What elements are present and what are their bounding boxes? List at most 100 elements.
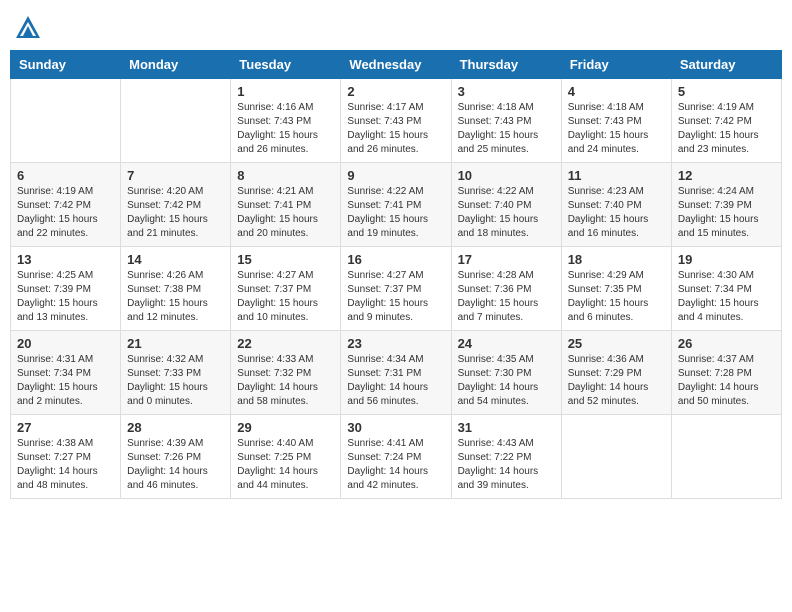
day-number: 20 [17,336,114,351]
day-number: 10 [458,168,555,183]
calendar-cell [671,415,781,499]
weekday-header-tuesday: Tuesday [231,51,341,79]
calendar-table: SundayMondayTuesdayWednesdayThursdayFrid… [10,50,782,499]
day-info: Sunrise: 4:24 AM Sunset: 7:39 PM Dayligh… [678,185,775,241]
day-number: 29 [237,420,334,435]
weekday-header-monday: Monday [121,51,231,79]
day-number: 5 [678,84,775,99]
day-number: 30 [347,420,444,435]
day-info: Sunrise: 4:38 AM Sunset: 7:27 PM Dayligh… [17,437,114,493]
calendar-cell: 24 Sunrise: 4:35 AM Sunset: 7:30 PM Dayli… [451,331,561,415]
calendar-cell: 17 Sunrise: 4:28 AM Sunset: 7:36 PM Dayli… [451,247,561,331]
calendar-week-4: 20 Sunrise: 4:31 AM Sunset: 7:34 PM Dayli… [11,331,782,415]
day-number: 9 [347,168,444,183]
day-number: 16 [347,252,444,267]
calendar-cell: 31 Sunrise: 4:43 AM Sunset: 7:22 PM Dayli… [451,415,561,499]
day-info: Sunrise: 4:32 AM Sunset: 7:33 PM Dayligh… [127,353,224,409]
day-info: Sunrise: 4:21 AM Sunset: 7:41 PM Dayligh… [237,185,334,241]
calendar-cell: 25Sunrise: 4:36 AM Sunset: 7:29 PM Dayli… [561,331,671,415]
calendar-cell: 26Sunrise: 4:37 AM Sunset: 7:28 PM Dayli… [671,331,781,415]
calendar-cell: 15 Sunrise: 4:27 AM Sunset: 7:37 PM Dayli… [231,247,341,331]
day-info: Sunrise: 4:18 AM Sunset: 7:43 PM Dayligh… [568,101,665,157]
calendar-cell: 2Sunrise: 4:17 AM Sunset: 7:43 PM Daylig… [341,79,451,163]
calendar-cell: 28 Sunrise: 4:39 AM Sunset: 7:26 PM Dayli… [121,415,231,499]
calendar-cell: 4 Sunrise: 4:18 AM Sunset: 7:43 PM Daylig… [561,79,671,163]
day-number: 22 [237,336,334,351]
calendar-cell: 21Sunrise: 4:32 AM Sunset: 7:33 PM Dayli… [121,331,231,415]
calendar-cell: 22 Sunrise: 4:33 AM Sunset: 7:32 PM Dayli… [231,331,341,415]
calendar-cell: 10Sunrise: 4:22 AM Sunset: 7:40 PM Dayli… [451,163,561,247]
day-number: 31 [458,420,555,435]
day-info: Sunrise: 4:33 AM Sunset: 7:32 PM Dayligh… [237,353,334,409]
day-info: Sunrise: 4:41 AM Sunset: 7:24 PM Dayligh… [347,437,444,493]
day-number: 4 [568,84,665,99]
day-number: 17 [458,252,555,267]
calendar-cell: 3 Sunrise: 4:18 AM Sunset: 7:43 PM Daylig… [451,79,561,163]
day-info: Sunrise: 4:23 AM Sunset: 7:40 PM Dayligh… [568,185,665,241]
day-info: Sunrise: 4:31 AM Sunset: 7:34 PM Dayligh… [17,353,114,409]
calendar-cell: 12 Sunrise: 4:24 AM Sunset: 7:39 PM Dayli… [671,163,781,247]
day-number: 12 [678,168,775,183]
calendar-week-5: 27 Sunrise: 4:38 AM Sunset: 7:27 PM Dayli… [11,415,782,499]
calendar-cell [561,415,671,499]
day-number: 3 [458,84,555,99]
calendar-cell: 18 Sunrise: 4:29 AM Sunset: 7:35 PM Dayli… [561,247,671,331]
day-info: Sunrise: 4:39 AM Sunset: 7:26 PM Dayligh… [127,437,224,493]
day-number: 15 [237,252,334,267]
day-number: 27 [17,420,114,435]
calendar-cell: 30 Sunrise: 4:41 AM Sunset: 7:24 PM Dayli… [341,415,451,499]
logo-icon [14,14,42,42]
weekday-header-thursday: Thursday [451,51,561,79]
day-number: 18 [568,252,665,267]
page-header [10,10,782,42]
day-info: Sunrise: 4:36 AM Sunset: 7:29 PM Dayligh… [568,353,665,409]
day-info: Sunrise: 4:16 AM Sunset: 7:43 PM Dayligh… [237,101,334,157]
day-number: 24 [458,336,555,351]
day-info: Sunrise: 4:25 AM Sunset: 7:39 PM Dayligh… [17,269,114,325]
day-number: 13 [17,252,114,267]
day-number: 6 [17,168,114,183]
calendar-cell: 23Sunrise: 4:34 AM Sunset: 7:31 PM Dayli… [341,331,451,415]
day-info: Sunrise: 4:19 AM Sunset: 7:42 PM Dayligh… [17,185,114,241]
day-number: 8 [237,168,334,183]
day-info: Sunrise: 4:43 AM Sunset: 7:22 PM Dayligh… [458,437,555,493]
calendar-cell: 13 Sunrise: 4:25 AM Sunset: 7:39 PM Dayli… [11,247,121,331]
day-number: 19 [678,252,775,267]
day-info: Sunrise: 4:40 AM Sunset: 7:25 PM Dayligh… [237,437,334,493]
day-info: Sunrise: 4:22 AM Sunset: 7:41 PM Dayligh… [347,185,444,241]
calendar-cell: 14 Sunrise: 4:26 AM Sunset: 7:38 PM Dayli… [121,247,231,331]
day-info: Sunrise: 4:19 AM Sunset: 7:42 PM Dayligh… [678,101,775,157]
calendar-cell: 8 Sunrise: 4:21 AM Sunset: 7:41 PM Daylig… [231,163,341,247]
calendar-week-2: 6 Sunrise: 4:19 AM Sunset: 7:42 PM Daylig… [11,163,782,247]
weekday-header-saturday: Saturday [671,51,781,79]
weekday-header-sunday: Sunday [11,51,121,79]
day-info: Sunrise: 4:26 AM Sunset: 7:38 PM Dayligh… [127,269,224,325]
day-info: Sunrise: 4:27 AM Sunset: 7:37 PM Dayligh… [237,269,334,325]
logo [14,14,44,42]
day-info: Sunrise: 4:27 AM Sunset: 7:37 PM Dayligh… [347,269,444,325]
day-info: Sunrise: 4:18 AM Sunset: 7:43 PM Dayligh… [458,101,555,157]
calendar-cell: 5 Sunrise: 4:19 AM Sunset: 7:42 PM Daylig… [671,79,781,163]
day-number: 14 [127,252,224,267]
day-info: Sunrise: 4:29 AM Sunset: 7:35 PM Dayligh… [568,269,665,325]
calendar-cell: 6 Sunrise: 4:19 AM Sunset: 7:42 PM Daylig… [11,163,121,247]
day-info: Sunrise: 4:35 AM Sunset: 7:30 PM Dayligh… [458,353,555,409]
day-number: 28 [127,420,224,435]
weekday-header-wednesday: Wednesday [341,51,451,79]
calendar-cell: 1 Sunrise: 4:16 AM Sunset: 7:43 PM Daylig… [231,79,341,163]
calendar-week-1: 1 Sunrise: 4:16 AM Sunset: 7:43 PM Daylig… [11,79,782,163]
calendar-week-3: 13 Sunrise: 4:25 AM Sunset: 7:39 PM Dayli… [11,247,782,331]
day-info: Sunrise: 4:17 AM Sunset: 7:43 PM Dayligh… [347,101,444,157]
day-number: 7 [127,168,224,183]
day-info: Sunrise: 4:37 AM Sunset: 7:28 PM Dayligh… [678,353,775,409]
calendar-cell [121,79,231,163]
day-number: 23 [347,336,444,351]
day-number: 1 [237,84,334,99]
calendar-cell: 16 Sunrise: 4:27 AM Sunset: 7:37 PM Dayli… [341,247,451,331]
day-info: Sunrise: 4:30 AM Sunset: 7:34 PM Dayligh… [678,269,775,325]
calendar-cell: 20 Sunrise: 4:31 AM Sunset: 7:34 PM Dayli… [11,331,121,415]
weekday-header-friday: Friday [561,51,671,79]
day-info: Sunrise: 4:28 AM Sunset: 7:36 PM Dayligh… [458,269,555,325]
day-info: Sunrise: 4:20 AM Sunset: 7:42 PM Dayligh… [127,185,224,241]
weekday-header-row: SundayMondayTuesdayWednesdayThursdayFrid… [11,51,782,79]
